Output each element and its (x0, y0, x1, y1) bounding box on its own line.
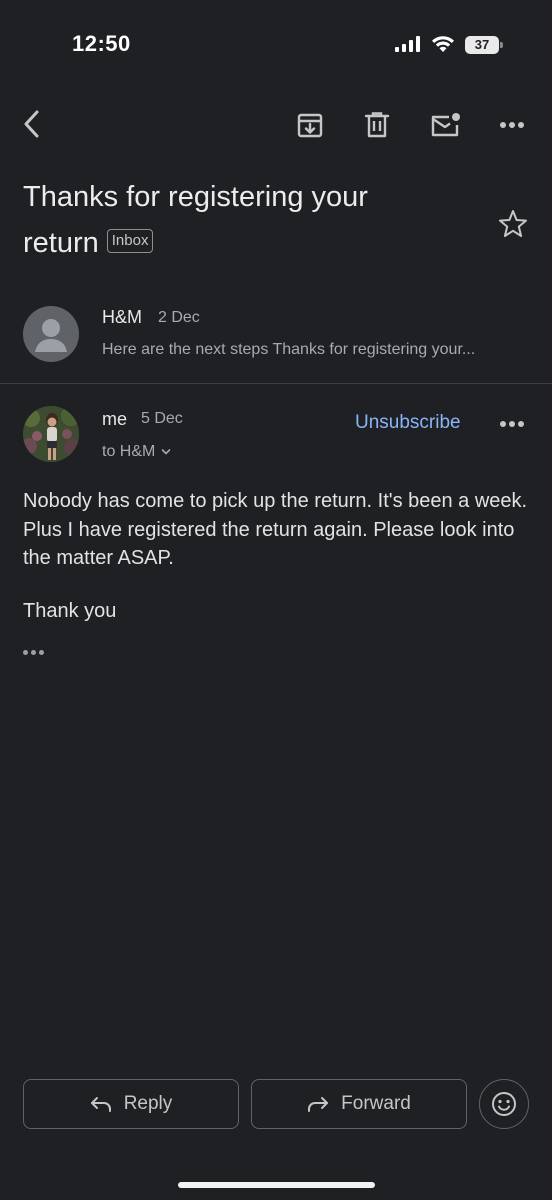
archive-icon (297, 113, 323, 138)
message-date: 2 Dec (158, 309, 200, 326)
message-body: Nobody has come to pick up the return. I… (23, 490, 528, 569)
message-sender[interactable]: H&M (102, 307, 142, 328)
mark-unread-icon (431, 113, 460, 137)
message-more-button[interactable] (494, 406, 530, 442)
cellular-signal-icon (395, 36, 420, 52)
emoji-reaction-button[interactable] (479, 1079, 529, 1129)
archive-button[interactable] (292, 107, 328, 143)
user-avatar[interactable] (23, 406, 79, 462)
message-signoff: Thank you (23, 600, 117, 622)
subject-title: Thanks for registering your return (23, 181, 368, 259)
recipient-label: to H&M (102, 443, 156, 460)
forward-button[interactable]: Forward (251, 1079, 467, 1129)
message-snippet[interactable]: Here are the next steps Thanks for regis… (102, 341, 522, 359)
forward-icon (308, 1097, 329, 1112)
more-options-button[interactable] (494, 107, 530, 143)
status-time: 12:50 (72, 31, 131, 56)
star-icon[interactable] (496, 207, 530, 241)
message-divider (0, 383, 552, 384)
reply-label: Reply (123, 1093, 173, 1114)
recipient-details-toggle[interactable]: to H&M (102, 443, 171, 461)
mark-unread-button[interactable] (427, 107, 463, 143)
chevron-down-icon (162, 449, 171, 455)
more-horizontal-icon (500, 421, 524, 427)
message-sender[interactable]: me (102, 409, 127, 430)
emoji-reaction-icon (492, 1092, 516, 1116)
battery-level: 37 (465, 36, 499, 54)
show-trimmed-content-button[interactable] (23, 645, 49, 659)
sender-avatar[interactable] (23, 306, 79, 362)
trash-icon (364, 112, 390, 138)
chevron-left-icon (24, 110, 39, 138)
delete-button[interactable] (359, 107, 395, 143)
forward-label: Forward (341, 1093, 411, 1114)
message-date: 5 Dec (141, 410, 183, 427)
person-icon (35, 319, 67, 352)
email-subject: Thanks for registering your return Inbox (23, 174, 443, 266)
home-indicator[interactable] (178, 1182, 375, 1188)
unsubscribe-link[interactable]: Unsubscribe (355, 412, 461, 434)
wifi-icon (432, 36, 454, 52)
inbox-label-badge[interactable]: Inbox (106, 229, 154, 254)
back-button[interactable] (14, 106, 50, 142)
profile-photo-icon (23, 406, 79, 462)
more-horizontal-icon (500, 122, 524, 128)
reply-button[interactable]: Reply (23, 1079, 239, 1129)
reply-icon (90, 1097, 111, 1112)
battery-indicator: 37 (465, 36, 503, 54)
